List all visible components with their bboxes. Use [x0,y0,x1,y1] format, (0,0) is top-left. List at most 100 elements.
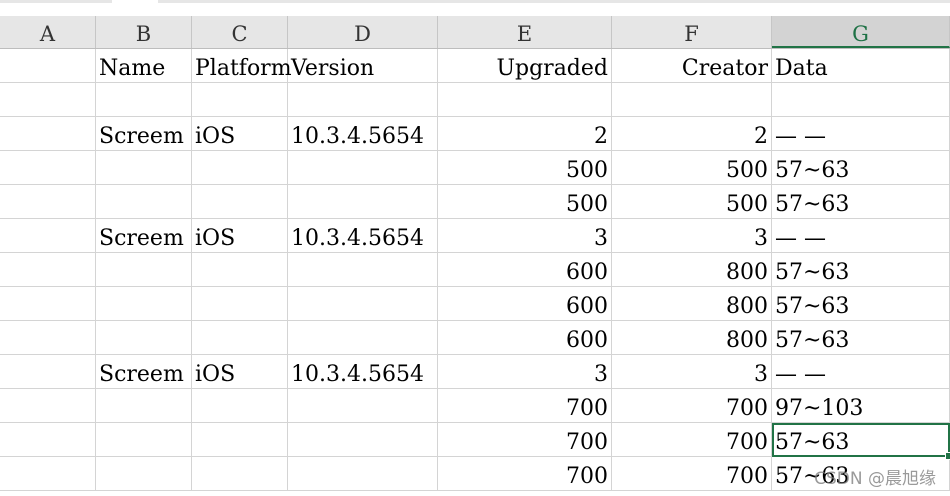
cell-b4[interactable] [96,151,192,185]
cell-a5[interactable] [0,185,96,219]
cell-c2[interactable] [192,83,288,117]
cell-f8[interactable]: 800 [612,287,772,321]
cell-g6[interactable]: — — [772,219,950,253]
cell-g8[interactable]: 57~63 [772,287,950,321]
cell-d1[interactable]: Version [288,49,438,83]
cell-b2[interactable] [96,83,192,117]
cell-a4[interactable] [0,151,96,185]
cell-f11[interactable]: 700 [612,389,772,423]
cell-g1[interactable]: Data [772,49,950,83]
cell-b7[interactable] [96,253,192,287]
cell-g10[interactable]: — — [772,355,950,389]
table-row: Name Platform Version Upgraded Creator Data [0,49,950,83]
cell-e2[interactable] [438,83,612,117]
table-row: 700 700 57~63 [0,457,950,491]
cell-b8[interactable] [96,287,192,321]
cell-e1[interactable]: Upgraded [438,49,612,83]
cell-d8[interactable] [288,287,438,321]
cell-d6[interactable]: 10.3.4.5654 [288,219,438,253]
cell-g4[interactable]: 57~63 [772,151,950,185]
cell-d7[interactable] [288,253,438,287]
cell-e11[interactable]: 700 [438,389,612,423]
cell-a11[interactable] [0,389,96,423]
column-header-a[interactable]: A [0,16,96,48]
cell-b12[interactable] [96,423,192,457]
cell-f5[interactable]: 500 [612,185,772,219]
cell-a6[interactable] [0,219,96,253]
cell-f7[interactable]: 800 [612,253,772,287]
cell-c13[interactable] [192,457,288,491]
cell-f13[interactable]: 700 [612,457,772,491]
cell-e3[interactable]: 2 [438,117,612,151]
cell-g3[interactable]: — — [772,117,950,151]
cell-d2[interactable] [288,83,438,117]
column-header-e[interactable]: E [438,16,612,48]
cell-d4[interactable] [288,151,438,185]
cell-g2[interactable] [772,83,950,117]
cell-a10[interactable] [0,355,96,389]
cell-b3[interactable]: Screem [96,117,192,151]
cell-d13[interactable] [288,457,438,491]
column-header-f[interactable]: F [612,16,772,48]
cell-e12[interactable]: 700 [438,423,612,457]
cell-e9[interactable]: 600 [438,321,612,355]
column-header-c[interactable]: C [192,16,288,48]
cell-c10[interactable]: iOS [192,355,288,389]
cell-b6[interactable]: Screem [96,219,192,253]
cell-b10[interactable]: Screem [96,355,192,389]
cell-c9[interactable] [192,321,288,355]
cell-a13[interactable] [0,457,96,491]
cell-f6[interactable]: 3 [612,219,772,253]
cell-a7[interactable] [0,253,96,287]
cell-e7[interactable]: 600 [438,253,612,287]
cell-e13[interactable]: 700 [438,457,612,491]
cell-d10[interactable]: 10.3.4.5654 [288,355,438,389]
cell-c8[interactable] [192,287,288,321]
cell-g9[interactable]: 57~63 [772,321,950,355]
cell-c7[interactable] [192,253,288,287]
column-header-b[interactable]: B [96,16,192,48]
cell-d12[interactable] [288,423,438,457]
cell-f2[interactable] [612,83,772,117]
cell-c1[interactable]: Platform [192,49,292,83]
cell-f4[interactable]: 500 [612,151,772,185]
cell-d9[interactable] [288,321,438,355]
cell-b9[interactable] [96,321,192,355]
cell-c11[interactable] [192,389,288,423]
cell-a2[interactable] [0,83,96,117]
cell-a12[interactable] [0,423,96,457]
cell-e10[interactable]: 3 [438,355,612,389]
cell-d5[interactable] [288,185,438,219]
cell-d11[interactable] [288,389,438,423]
cell-b1[interactable]: Name [96,49,192,83]
cell-b11[interactable] [96,389,192,423]
cell-f12[interactable]: 700 [612,423,772,457]
cell-f10[interactable]: 3 [612,355,772,389]
cell-a9[interactable] [0,321,96,355]
cell-a1[interactable] [0,49,96,83]
column-header-g[interactable]: G [772,16,950,48]
cell-d3[interactable]: 10.3.4.5654 [288,117,438,151]
cell-a3[interactable] [0,117,96,151]
cell-e8[interactable]: 600 [438,287,612,321]
cell-b13[interactable] [96,457,192,491]
cell-a8[interactable] [0,287,96,321]
cell-g5[interactable]: 57~63 [772,185,950,219]
cell-f3[interactable]: 2 [612,117,772,151]
cell-c6[interactable]: iOS [192,219,288,253]
cell-e6[interactable]: 3 [438,219,612,253]
cell-g11[interactable]: 97~103 [772,389,950,423]
cell-b5[interactable] [96,185,192,219]
cell-f1[interactable]: Creator [612,49,772,83]
cell-e5[interactable]: 500 [438,185,612,219]
table-row: 500 500 57~63 [0,151,950,185]
column-header-d[interactable]: D [288,16,438,48]
cell-c4[interactable] [192,151,288,185]
cell-g12[interactable]: 57~63 [772,423,950,460]
cell-c5[interactable] [192,185,288,219]
cell-c12[interactable] [192,423,288,457]
cell-c3[interactable]: iOS [192,117,288,151]
cell-f9[interactable]: 800 [612,321,772,355]
cell-e4[interactable]: 500 [438,151,612,185]
cell-g7[interactable]: 57~63 [772,253,950,287]
